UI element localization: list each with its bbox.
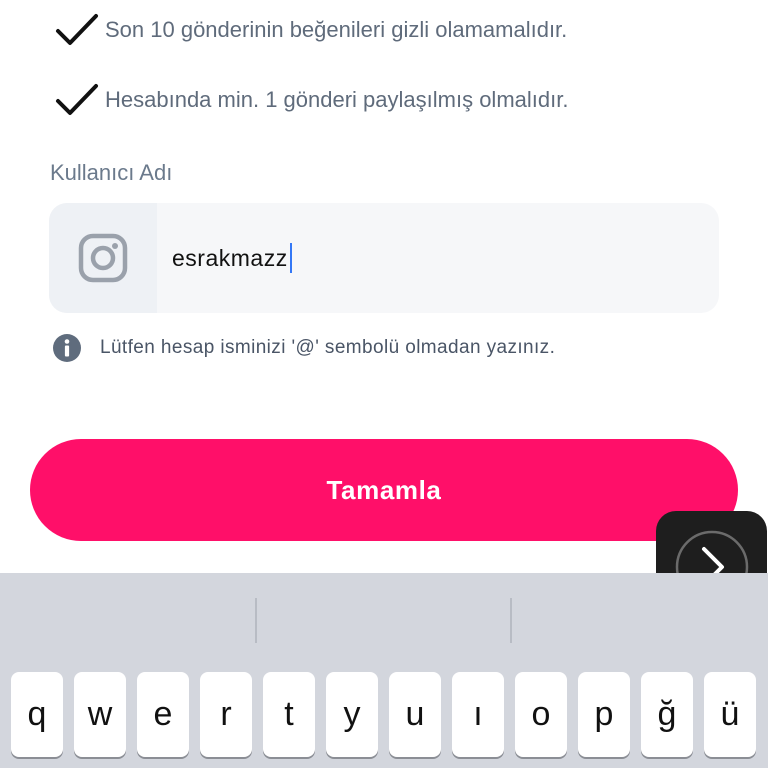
info-icon (53, 334, 81, 362)
input-icon-container (49, 203, 157, 313)
key[interactable]: t (263, 672, 315, 757)
suggestion-divider (255, 598, 257, 643)
key[interactable]: w (74, 672, 126, 757)
key[interactable]: p (578, 672, 630, 757)
username-value-container[interactable]: esrakmazz (172, 203, 292, 313)
checkmark-icon (56, 14, 98, 45)
text-caret (289, 243, 292, 273)
key[interactable]: ı (452, 672, 504, 757)
suggestion-divider (510, 598, 512, 643)
suggestion-bar (0, 573, 768, 668)
requirement-text: Hesabında min. 1 gönderi paylaşılmış olm… (105, 87, 569, 112)
username-input[interactable]: esrakmazz (49, 203, 719, 313)
submit-button-label: Tamamla (326, 474, 442, 505)
keyboard: q w e r t y u ı o p ğ ü (0, 573, 768, 768)
hint-row: Lütfen hesap isminizi '@' sembolü olmada… (52, 333, 555, 363)
requirement-text: Son 10 gönderinin beğenileri gizli olama… (105, 17, 568, 42)
key[interactable]: y (326, 672, 378, 757)
username-value[interactable]: esrakmazz (172, 245, 288, 272)
submit-button[interactable]: Tamamla (30, 439, 738, 541)
key[interactable]: e (137, 672, 189, 757)
key[interactable]: o (515, 672, 567, 757)
key[interactable]: ğ (641, 672, 693, 757)
hint-text: Lütfen hesap isminizi '@' sembolü olmada… (100, 337, 556, 358)
username-label: Kullanıcı Adı (50, 160, 173, 185)
key[interactable]: u (389, 672, 441, 757)
instagram-icon (78, 233, 128, 283)
key[interactable]: r (200, 672, 252, 757)
requirement-item: Hesabında min. 1 gönderi paylaşılmış olm… (55, 82, 568, 118)
requirement-item: Son 10 gönderinin beğenileri gizli olama… (55, 12, 567, 48)
key[interactable]: ü (704, 672, 756, 757)
key[interactable]: q (11, 672, 63, 757)
checkmark-icon (56, 84, 98, 115)
